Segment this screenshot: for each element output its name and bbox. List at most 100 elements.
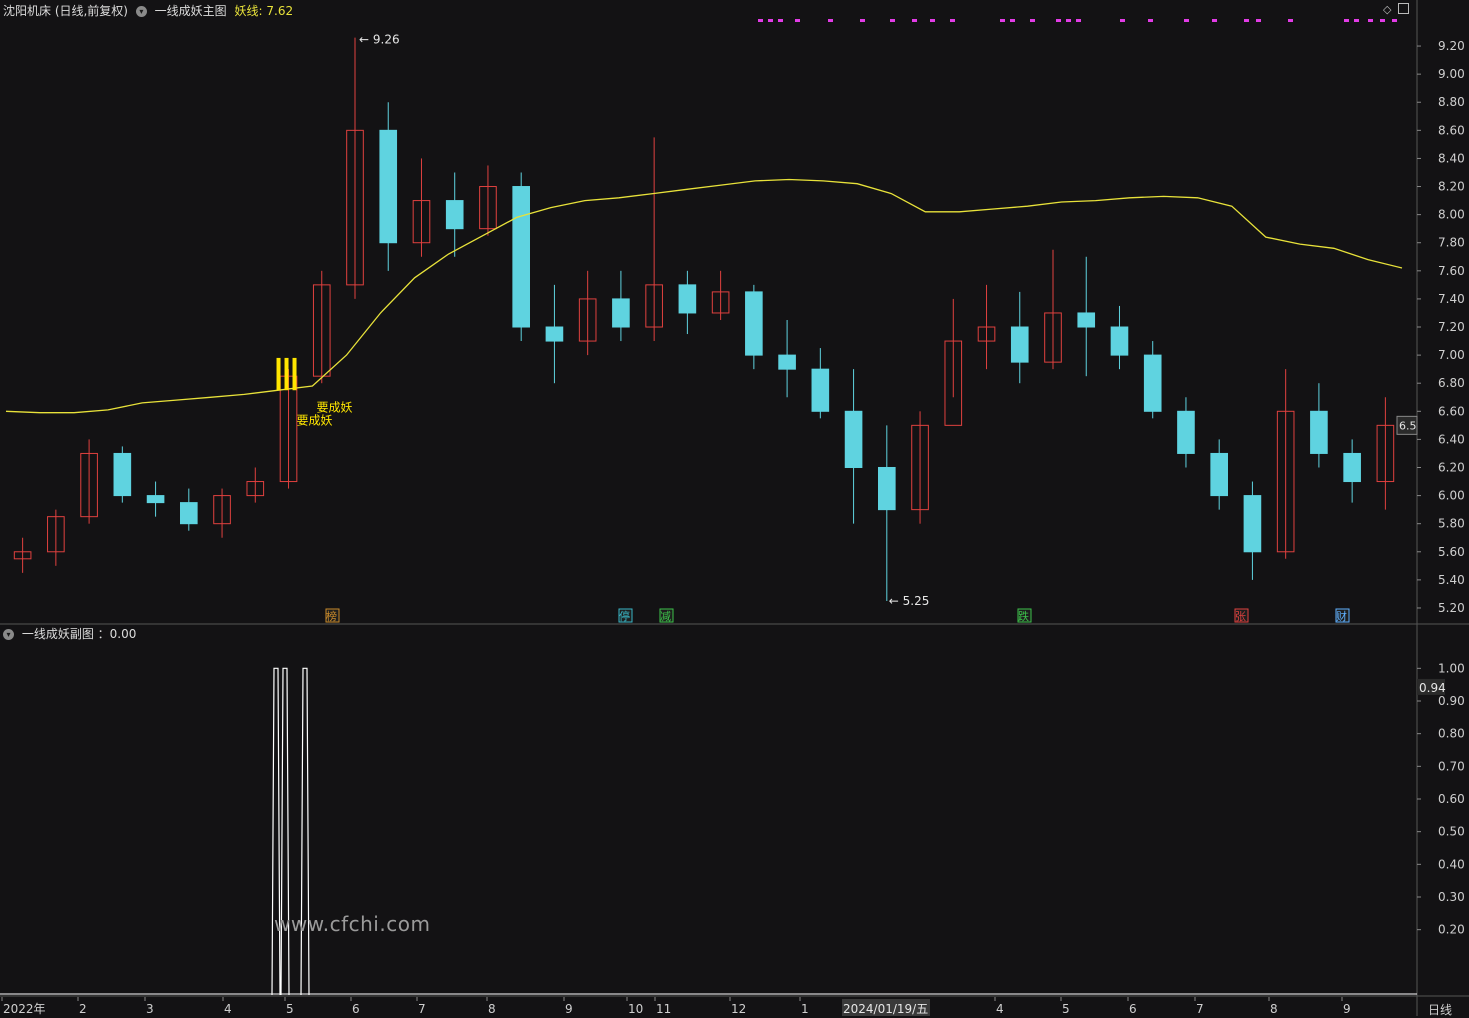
diamond-icon[interactable]: ◇ (1383, 3, 1391, 16)
magenta-marker (1392, 19, 1397, 22)
magenta-marker (1212, 19, 1217, 22)
magenta-marker (1120, 19, 1125, 22)
signal-label: 要成妖 (297, 413, 333, 427)
sub-y-tick-label: 0.60 (1438, 792, 1465, 806)
y-tick-label: 5.60 (1438, 545, 1465, 559)
panel-icon[interactable] (1397, 3, 1409, 14)
candle-body (1310, 410, 1328, 454)
signal-label: 要成妖 (317, 400, 353, 414)
candle-body (811, 368, 830, 412)
main-indicator-name[interactable]: 一线成妖主图 (155, 4, 227, 18)
sub-y-tick-label: 1.00 (1438, 661, 1465, 675)
x-tick-label: 1 (801, 1002, 809, 1016)
signal-bar (276, 357, 281, 391)
period-button[interactable]: 日线 (1428, 1001, 1452, 1018)
candle-body (1243, 495, 1262, 553)
y-tick-label: 9.20 (1438, 39, 1465, 53)
candle-body (745, 291, 763, 356)
magenta-marker (1344, 19, 1349, 22)
signal-bar (284, 357, 289, 391)
candle-body (545, 326, 564, 342)
y-tick-label: 9.00 (1438, 67, 1465, 81)
window-controls: ◇ (1383, 3, 1409, 16)
y-tick-label: 7.00 (1438, 348, 1465, 362)
candle-body (445, 200, 464, 230)
chevron-down-icon[interactable]: ▾ (3, 628, 14, 640)
sub-y-tick-label: 0.90 (1438, 694, 1465, 708)
chart-header: 沈阳机床 (日线,前复权) ▾ 一线成妖主图 妖线: 7.62 (3, 2, 293, 19)
y-tick-label: 6.20 (1438, 460, 1465, 474)
sub-indicator-value: ：0.00 (97, 627, 137, 641)
x-tick-label: 6 (1129, 1002, 1137, 1016)
y-tick-label: 6.80 (1438, 376, 1465, 390)
y-tick-label: 5.20 (1438, 601, 1465, 615)
crosshair-date: 2024/01/19/五 (843, 1002, 928, 1016)
candle-body (146, 495, 165, 504)
y-tick-label: 8.40 (1438, 151, 1465, 165)
candle-body (1177, 410, 1195, 454)
magenta-marker (950, 19, 955, 22)
event-badge-label: 榜 (326, 609, 337, 623)
x-tick-label: 9 (1343, 1002, 1351, 1016)
candle-body (678, 284, 697, 314)
x-tick-label: 2022年 (3, 1002, 46, 1016)
y-tick-label: 5.40 (1438, 573, 1465, 587)
sub-value-tag: 0.94 (1419, 681, 1446, 695)
magenta-marker (930, 19, 935, 22)
magenta-marker (795, 19, 800, 22)
candle-body (878, 466, 896, 511)
candle-body (113, 452, 132, 497)
y-tick-label: 8.20 (1438, 180, 1465, 194)
low-annotation: ← 5.25 (889, 594, 930, 608)
sub-y-tick-label: 0.20 (1438, 923, 1465, 937)
x-tick-label: 5 (1062, 1002, 1070, 1016)
candle-body (1010, 326, 1029, 363)
y-tick-label: 6.60 (1438, 404, 1465, 418)
chevron-down-icon[interactable]: ▾ (135, 5, 147, 17)
magenta-marker (1256, 19, 1261, 22)
sub-indicator-name[interactable]: 一线成妖副图 (22, 627, 94, 641)
sub-y-tick-label: 0.80 (1438, 727, 1465, 741)
magenta-marker (1066, 19, 1071, 22)
candle-body (379, 129, 398, 244)
price-tag: 6.5 (1399, 419, 1417, 432)
y-tick-label: 6.40 (1438, 432, 1465, 446)
event-badge-label: 减 (660, 610, 671, 623)
y-tick-label: 5.80 (1438, 517, 1465, 531)
magenta-marker (1380, 19, 1385, 22)
x-tick-label: 5 (286, 1002, 294, 1016)
magenta-marker (1010, 19, 1015, 22)
y-tick-label: 8.00 (1438, 208, 1465, 222)
magenta-marker (1288, 19, 1293, 22)
stock-title[interactable]: 沈阳机床 (日线,前复权) (3, 4, 128, 18)
magenta-marker (860, 19, 865, 22)
y-tick-label: 7.20 (1438, 320, 1465, 334)
candle-body (778, 354, 796, 370)
candle-body (1210, 452, 1229, 497)
x-tick-label: 8 (1270, 1002, 1278, 1016)
stock-chart[interactable]: 9.20 9.00 8.80 8.60 8.40 8.20 8.00 7.80 7.60 7.40… (0, 0, 1469, 1016)
ma-line-label: 妖线: (234, 4, 263, 18)
x-tick-label: 2 (79, 1002, 87, 1016)
magenta-marker (1000, 19, 1005, 22)
magenta-marker (912, 19, 917, 22)
magenta-marker (768, 19, 773, 22)
magenta-marker (890, 19, 895, 22)
candle-body (1077, 312, 1096, 328)
x-tick-label: 8 (488, 1002, 496, 1016)
sub-chart-header: ▾ 一线成妖副图 ：0.00 (3, 625, 136, 642)
x-tick-label: 7 (418, 1002, 426, 1016)
sub-y-tick-label: 0.50 (1438, 825, 1465, 839)
candle-body (1343, 452, 1361, 483)
y-tick-label: 8.60 (1438, 123, 1465, 137)
candle-body (612, 298, 630, 328)
candle-body (180, 502, 198, 525)
magenta-marker (1148, 19, 1153, 22)
x-tick-label: 10 (628, 1002, 643, 1016)
x-tick-label: 11 (656, 1002, 671, 1016)
x-tick-label: 4 (996, 1002, 1004, 1016)
magenta-marker (758, 19, 763, 22)
signal-bar (292, 357, 297, 391)
magenta-marker (1184, 19, 1189, 22)
candle-body (1110, 326, 1129, 356)
